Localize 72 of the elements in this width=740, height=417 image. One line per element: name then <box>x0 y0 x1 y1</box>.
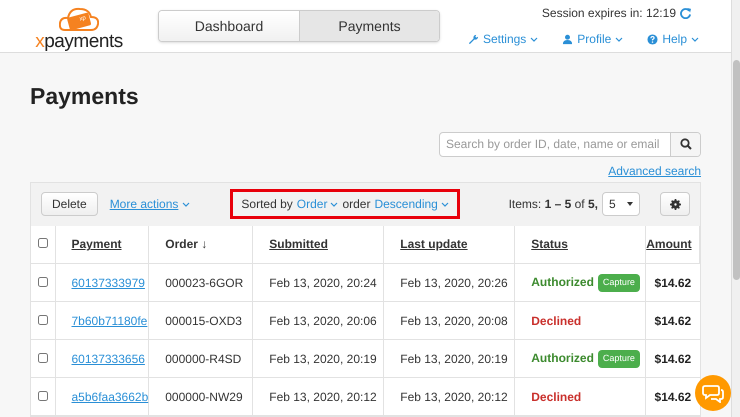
date-text: Feb 13, 2020, 20:08 <box>400 314 508 328</box>
checkbox[interactable] <box>38 238 48 248</box>
date-text: Feb 13, 2020, 20:19 <box>269 352 377 366</box>
date-text: Feb 13, 2020, 20:12 <box>400 390 508 404</box>
caret-icon <box>440 202 449 206</box>
column-header[interactable]: Amount <box>646 237 692 252</box>
amount-text: $14.62 <box>654 390 692 404</box>
payment-link[interactable]: 60137333979 <box>72 276 145 290</box>
amount-text: $14.62 <box>654 276 692 290</box>
payment-link[interactable]: a5b6faa3662b <box>72 390 148 404</box>
delete-button[interactable]: Delete <box>41 192 98 216</box>
caret-icon <box>530 36 538 42</box>
order-id: 000023-6GOR <box>165 276 244 290</box>
session-timer: Session expires in: 12:19 <box>542 5 676 22</box>
column-header[interactable]: Status <box>531 237 568 252</box>
status-text: Authorized <box>531 351 594 366</box>
more-actions-link[interactable]: More actions <box>110 195 190 213</box>
payment-link[interactable]: 7b60b71180fe <box>72 314 148 328</box>
settings-icon <box>670 198 680 210</box>
checkbox[interactable] <box>38 276 48 286</box>
order-id: 000000-R4SD <box>165 352 242 366</box>
search-button[interactable] <box>670 132 700 156</box>
checkbox[interactable] <box>38 352 48 362</box>
caret-icon <box>182 202 190 206</box>
date-text: Feb 13, 2020, 20:12 <box>269 390 377 404</box>
date-text: Feb 13, 2020, 20:24 <box>269 276 377 290</box>
caret-icon <box>627 202 633 206</box>
date-text: Feb 13, 2020, 20:19 <box>400 352 508 366</box>
menu-link[interactable]: Settings <box>468 30 538 48</box>
sort-direction-dropdown[interactable]: Descending <box>374 195 449 213</box>
sort-field-dropdown[interactable]: Order <box>296 195 338 213</box>
logo-text: xpayments <box>35 32 123 50</box>
column-header[interactable]: Submitted <box>269 237 328 252</box>
sort-label: Sorted by <box>241 196 293 213</box>
checkbox[interactable] <box>38 390 48 400</box>
user-icon <box>562 34 574 44</box>
amount-text: $14.62 <box>654 314 692 328</box>
items-count: Items: 1 – 5 of 5, <box>508 196 598 213</box>
caret-icon <box>691 36 699 42</box>
menu-link[interactable]: Help <box>647 30 699 48</box>
order-id: 000015-OXD3 <box>165 314 242 328</box>
menu-link[interactable]: Profile <box>562 30 624 48</box>
per-page-select[interactable]: 5 <box>602 192 640 216</box>
refresh-icon[interactable] <box>680 8 691 18</box>
search-field[interactable]: Search by order ID, date, name or email <box>439 132 701 156</box>
column-header[interactable]: Last update <box>400 237 468 252</box>
advanced-search-link[interactable]: Advanced search <box>608 162 701 180</box>
status-text: Declined <box>531 314 582 328</box>
payment-link[interactable]: 60137333656 <box>72 352 145 366</box>
capture-button[interactable]: Capture <box>598 350 640 368</box>
capture-button[interactable]: Capture <box>598 274 640 292</box>
chat-icon <box>702 383 724 403</box>
scrollbar[interactable] <box>731 0 740 417</box>
caret-icon <box>330 202 338 206</box>
settings-button[interactable] <box>660 192 690 216</box>
column-header[interactable]: Payment <box>72 237 122 252</box>
order-label: order <box>342 196 370 213</box>
order-id: 000000-NW29 <box>165 390 243 404</box>
status-text: Declined <box>531 390 582 404</box>
date-text: Feb 13, 2020, 20:26 <box>400 276 508 290</box>
search-icon <box>680 138 692 150</box>
help-icon <box>647 34 658 44</box>
page-title: Payments <box>30 82 140 111</box>
status-text: Authorized <box>531 275 594 290</box>
nav-tab[interactable]: Dashboard <box>159 11 299 41</box>
date-text: Feb 13, 2020, 20:06 <box>269 314 377 328</box>
nav-tab[interactable]: Payments <box>299 11 439 41</box>
amount-text: $14.62 <box>654 352 692 366</box>
checkbox[interactable] <box>38 314 48 324</box>
column-header[interactable]: Order ↓ <box>165 237 208 252</box>
caret-icon <box>615 36 624 42</box>
wrench-icon <box>468 34 479 44</box>
